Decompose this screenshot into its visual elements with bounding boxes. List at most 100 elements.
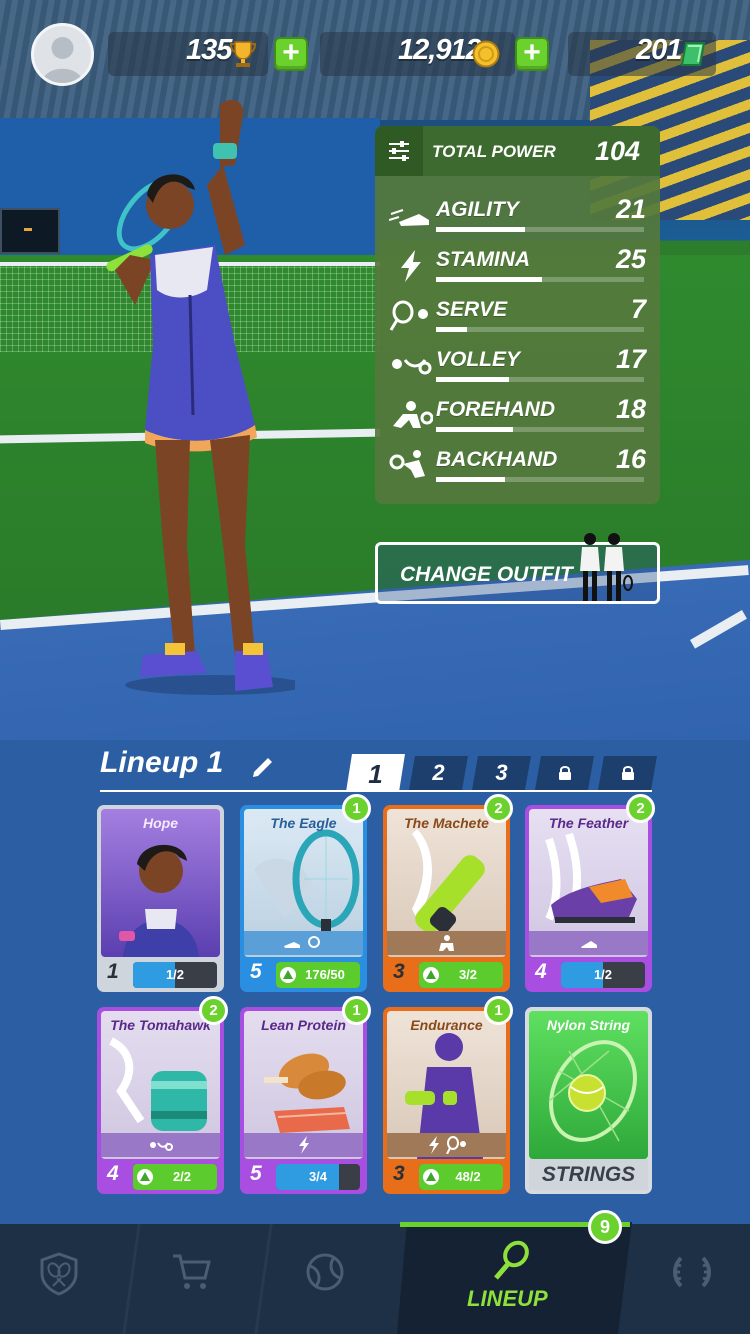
- stat-row-backhand: BACKHAND 16: [375, 444, 660, 490]
- card-title: Nylon String: [546, 1017, 631, 1033]
- tennis-ball-strings-art: [548, 1040, 637, 1142]
- outfit-silhouettes-icon: [580, 533, 633, 601]
- card-level: 4: [107, 1162, 119, 1185]
- nav-item-club[interactable]: [0, 1224, 130, 1334]
- card-count-badge: 1: [342, 794, 371, 823]
- stat-bar-fill: [436, 277, 543, 282]
- card-endurance[interactable]: Endurance 3 48/2: [383, 1007, 510, 1194]
- card-hope[interactable]: Hope 1 1/2: [97, 805, 224, 992]
- card-progress: 3/4: [276, 1164, 360, 1190]
- stamina-serve-icon: [429, 1136, 466, 1154]
- edit-pencil-icon[interactable]: [250, 752, 276, 778]
- card-level: 5: [250, 960, 262, 983]
- profile-avatar[interactable]: [31, 23, 94, 86]
- card-the-tomahawk[interactable]: The Tomahawk 4 2/2: [97, 1007, 224, 1194]
- stat-bar-fill: [436, 427, 513, 432]
- lock-icon: [558, 765, 572, 781]
- stat-bar: [436, 377, 644, 382]
- card-nylon-string[interactable]: Nylon String STRINGS: [525, 1007, 652, 1194]
- stat-name: AGILITY: [436, 198, 519, 221]
- card-title: Hope: [143, 815, 178, 831]
- scoreboard: [0, 208, 60, 254]
- card-type-bar: [387, 1133, 506, 1157]
- shopping-cart-icon: [173, 1254, 211, 1289]
- stat-row-forehand: FOREHAND 18: [375, 394, 660, 440]
- nav-lineup-label: LINEUP: [467, 1286, 548, 1311]
- stat-bar-fill: [436, 477, 505, 482]
- card-progress-text: 1/2: [165, 967, 185, 982]
- card-the-feather[interactable]: The Feather 4 1/2: [525, 805, 652, 992]
- trophies-count: 135: [186, 34, 232, 66]
- stat-bar: [436, 427, 644, 432]
- stat-bar-fill: [436, 227, 526, 232]
- coin-icon: [472, 40, 500, 68]
- stamina-icon: [401, 250, 421, 282]
- stat-name: STAMINA: [436, 248, 531, 271]
- card-progress-text: 1/2: [593, 967, 613, 982]
- card-the-eagle[interactable]: The Eagle 5 176/50: [240, 805, 367, 992]
- stat-bar: [436, 327, 644, 332]
- card-count-badge: 2: [626, 794, 655, 823]
- card-the-machete[interactable]: The Machete 3 3/2: [383, 805, 510, 992]
- agility-icon: [389, 209, 429, 226]
- card-progress: 1/2: [133, 962, 217, 988]
- shield-rackets-icon: [40, 1252, 78, 1296]
- tennis-ball-icon: [306, 1253, 344, 1291]
- card-level: 3: [393, 1162, 405, 1185]
- stats-header: TOTAL POWER 104: [375, 126, 660, 176]
- card-progress: 1/2: [561, 962, 645, 988]
- card-progress: 48/2: [419, 1164, 503, 1190]
- coins-count: 12,912: [398, 34, 482, 66]
- card-progress: 3/2: [419, 962, 503, 988]
- stat-bar-fill: [436, 377, 509, 382]
- volley-icon: [150, 1142, 173, 1151]
- racket-icon: [494, 1240, 529, 1280]
- add-trophies-button[interactable]: +: [274, 37, 308, 71]
- nav-item-play[interactable]: [265, 1224, 395, 1334]
- tab-lineup-2[interactable]: 2: [409, 756, 468, 790]
- stat-value: 18: [615, 394, 646, 424]
- nav-item-shop[interactable]: [133, 1224, 263, 1334]
- stat-row-stamina: STAMINA 25: [375, 244, 660, 290]
- card-progress: 176/50: [276, 962, 360, 988]
- stat-value: 7: [630, 294, 646, 324]
- laurel-icon: [673, 1256, 711, 1288]
- card-type-bar: [244, 1133, 363, 1157]
- change-outfit-button[interactable]: CHANGE OUTFIT: [375, 533, 660, 604]
- volley-icon: [392, 359, 432, 375]
- forehand-icon: [439, 935, 454, 951]
- card-face: [101, 809, 220, 957]
- stat-row-agility: AGILITY 21: [375, 194, 660, 240]
- hope-portrait: [119, 844, 199, 957]
- card-lean-protein[interactable]: Lean Protein 5 3/4: [240, 1007, 367, 1194]
- tab-lineup-3[interactable]: 3: [472, 756, 531, 790]
- top-currency-bar: 135 + 12,912 + 201: [0, 0, 750, 110]
- nav-lineup-badge: 9: [588, 1210, 622, 1244]
- tab-lineup-1[interactable]: 1: [346, 754, 405, 792]
- add-coins-button[interactable]: +: [515, 37, 549, 71]
- bottom-navigation: [0, 1224, 750, 1334]
- sliders-icon: [389, 141, 409, 161]
- user-silhouette-icon: [42, 37, 83, 83]
- stat-value: 25: [615, 244, 646, 274]
- stats-panel: TOTAL POWER 104 AGILITY 21 STAMINA 25 SE…: [375, 126, 660, 504]
- tab-lineup-locked[interactable]: [598, 756, 657, 790]
- backhand-icon: [389, 450, 425, 478]
- card-count-badge: 1: [342, 996, 371, 1025]
- agility-icon: [581, 941, 597, 948]
- card-face: [529, 1011, 648, 1159]
- stat-name: FOREHAND: [436, 398, 555, 421]
- player-character[interactable]: [95, 95, 295, 705]
- card-progress-text: 3/4: [308, 1169, 328, 1184]
- stats-header-tag: [375, 126, 423, 176]
- upgrade-arrow-icon: [423, 1169, 439, 1185]
- gems-count: 201: [636, 34, 682, 66]
- total-power-value: 104: [594, 136, 640, 166]
- stat-bar: [436, 227, 644, 232]
- stat-row-volley: VOLLEY 17: [375, 344, 660, 390]
- nav-item-rankings[interactable]: [635, 1224, 750, 1334]
- card-level: 3: [393, 960, 405, 983]
- lock-icon: [621, 765, 635, 781]
- tab-lineup-locked[interactable]: [535, 756, 594, 790]
- forehand-icon: [393, 401, 433, 428]
